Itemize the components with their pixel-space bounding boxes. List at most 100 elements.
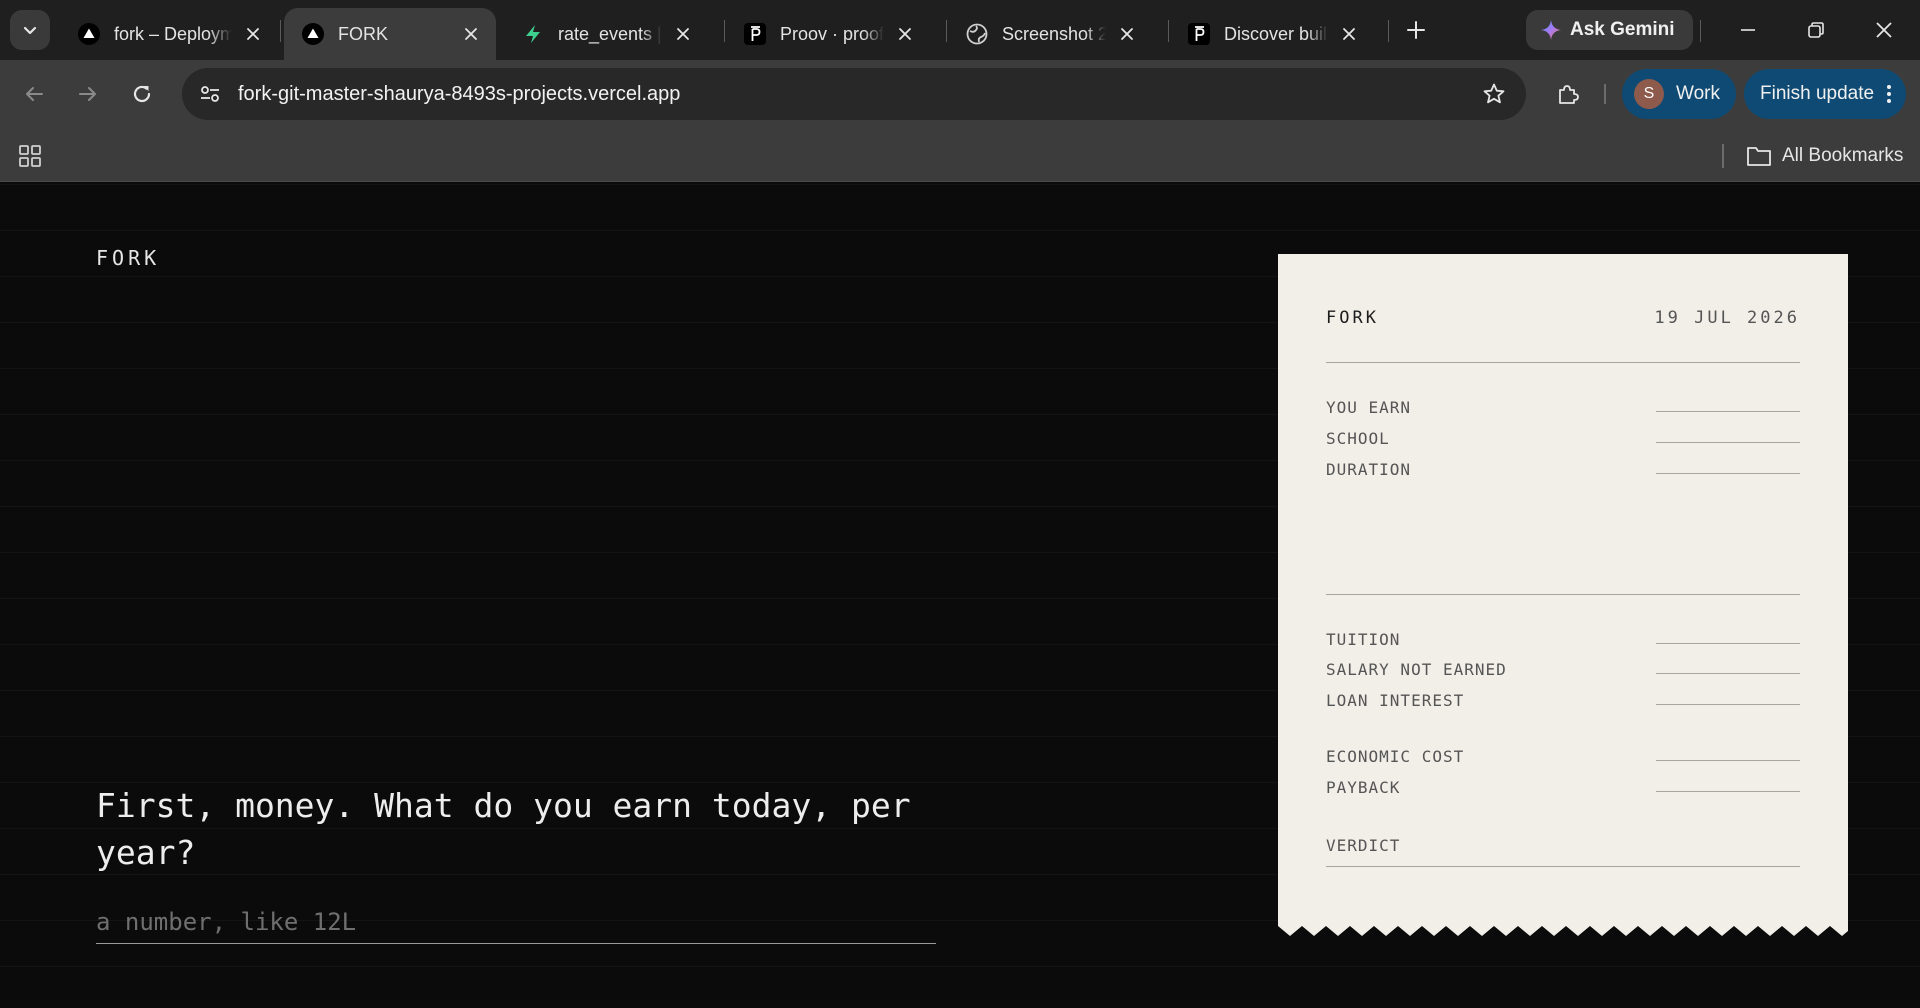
receipt-divider (1326, 362, 1800, 363)
receipt-card: FORK 19 JUL 2026 YOU EARN SCHOOL DURATIO… (1278, 254, 1848, 938)
url-text[interactable]: fork-git-master-shaurya-8493s-projects.v… (238, 83, 680, 106)
receipt-value-blank (1656, 643, 1800, 644)
receipt-value-blank (1656, 411, 1800, 412)
tab-discover-builders[interactable]: Discover builders (1170, 8, 1374, 60)
restore-button[interactable] (1788, 8, 1844, 52)
tab-search-button[interactable] (10, 10, 50, 50)
proov-p-icon (1188, 23, 1210, 45)
receipt-value-blank (1656, 442, 1800, 443)
close-icon (1876, 22, 1892, 38)
apps-button[interactable] (14, 140, 46, 172)
close-window-button[interactable] (1856, 8, 1912, 52)
arrow-left-icon (26, 87, 43, 101)
bookmarks-bar: All Bookmarks (0, 128, 1920, 182)
vercel-triangle-icon (78, 23, 100, 45)
tab-title: Discover builders (1224, 23, 1328, 44)
close-icon[interactable] (1114, 21, 1140, 47)
receipt-divider (1326, 866, 1800, 867)
receipt-value-blank (1656, 704, 1800, 705)
arrow-right-icon (79, 87, 96, 101)
receipt-label: LOAN INTEREST (1326, 691, 1465, 710)
receipt-label: ECONOMIC COST (1326, 747, 1465, 766)
tab-divider (1168, 20, 1169, 42)
back-button[interactable] (14, 74, 54, 114)
receipt-label: PAYBACK (1326, 778, 1401, 797)
all-bookmarks-button[interactable]: All Bookmarks (1746, 140, 1903, 172)
receipt-row-verdict: VERDICT (1326, 836, 1800, 860)
profile-label: Work (1676, 83, 1720, 104)
close-icon[interactable] (240, 21, 266, 47)
salary-input[interactable] (96, 904, 936, 940)
receipt-label: TUITION (1326, 630, 1401, 649)
tab-divider (946, 20, 947, 42)
receipt-label: YOU EARN (1326, 398, 1412, 417)
close-icon[interactable] (458, 21, 484, 47)
receipt-value-blank (1656, 673, 1800, 674)
tab-proov[interactable]: Proov · proof of work (726, 8, 930, 60)
chevron-down-icon (23, 26, 37, 35)
more-vert-icon (1887, 85, 1891, 103)
new-tab-button[interactable] (1394, 12, 1438, 48)
folder-icon (1747, 147, 1771, 166)
answer-field[interactable] (96, 904, 936, 944)
address-bar[interactable]: fork-git-master-shaurya-8493s-projects.v… (182, 68, 1526, 120)
receipt-value-blank (1656, 473, 1800, 474)
apps-grid-icon (19, 145, 41, 167)
tab-fork-deployments[interactable]: fork – Deployments (60, 8, 278, 60)
reload-icon (133, 85, 151, 103)
receipt-label: SCHOOL (1326, 429, 1390, 448)
tab-title: FORK (338, 23, 389, 44)
receipt-date: 19 JUL 2026 (1654, 308, 1800, 328)
tab-title: Screenshot 2026 (1002, 23, 1106, 44)
receipt-row-payback: PAYBACK (1326, 778, 1800, 802)
receipt-row-loan-interest: LOAN INTEREST (1326, 691, 1800, 715)
bookmark-star-icon[interactable] (1480, 80, 1508, 108)
receipt-row-tuition: TUITION (1326, 630, 1800, 654)
tab-strip: fork – Deployments FORK rate_events | Ta… (0, 0, 1920, 60)
ask-gemini-button[interactable]: Ask Gemini (1526, 10, 1693, 50)
receipt-row-economic-cost: ECONOMIC COST (1326, 747, 1800, 771)
reload-button[interactable] (122, 74, 162, 114)
tab-divider (1388, 20, 1389, 42)
receipt-label: VERDICT (1326, 836, 1401, 855)
close-icon[interactable] (670, 21, 696, 47)
receipt-label: SALARY NOT EARNED (1326, 660, 1507, 679)
receipt-torn-edge (1278, 926, 1848, 938)
site-settings-icon[interactable] (196, 80, 224, 108)
tab-divider (1700, 20, 1701, 42)
tab-screenshot[interactable]: Screenshot 2026 (948, 8, 1152, 60)
receipt-value-blank (1656, 760, 1800, 761)
receipt-label: DURATION (1326, 460, 1412, 479)
receipt-row-salary-not-earned: SALARY NOT EARNED (1326, 660, 1800, 684)
extensions-button[interactable] (1548, 74, 1588, 114)
toolbar-divider (1604, 84, 1606, 104)
plus-icon (1407, 21, 1425, 39)
avatar: S (1634, 79, 1664, 109)
globe-icon (966, 23, 988, 45)
finish-update-label: Finish update (1760, 83, 1875, 104)
bookmarks-divider (1722, 144, 1724, 168)
supabase-bolt-icon (522, 23, 544, 45)
profile-button[interactable]: S Work (1622, 69, 1736, 119)
receipt-divider (1326, 594, 1800, 595)
question-prompt: First, money. What do you earn today, pe… (96, 786, 911, 872)
all-bookmarks-label: All Bookmarks (1782, 145, 1904, 166)
finish-update-button[interactable]: Finish update (1744, 69, 1906, 119)
receipt-brand: FORK (1326, 308, 1379, 328)
tab-title: fork – Deployments (114, 23, 232, 44)
receipt-row-you-earn: YOU EARN (1326, 398, 1800, 422)
close-icon[interactable] (892, 21, 918, 47)
forward-button[interactable] (68, 74, 108, 114)
receipt-row-duration: DURATION (1326, 460, 1800, 484)
gemini-sparkle-icon (1541, 20, 1561, 40)
receipt-header: FORK 19 JUL 2026 (1326, 308, 1800, 332)
torn-edge-shape (1278, 926, 1848, 938)
minimize-icon (1741, 29, 1755, 31)
close-icon[interactable] (1336, 21, 1362, 47)
tab-rate-events[interactable]: rate_events | Table (504, 8, 708, 60)
ask-gemini-label: Ask Gemini (1570, 19, 1675, 40)
tab-fork[interactable]: FORK (284, 8, 496, 60)
proov-p-icon (744, 23, 766, 45)
minimize-button[interactable] (1720, 8, 1776, 52)
site-logo[interactable]: FORK (96, 246, 160, 270)
